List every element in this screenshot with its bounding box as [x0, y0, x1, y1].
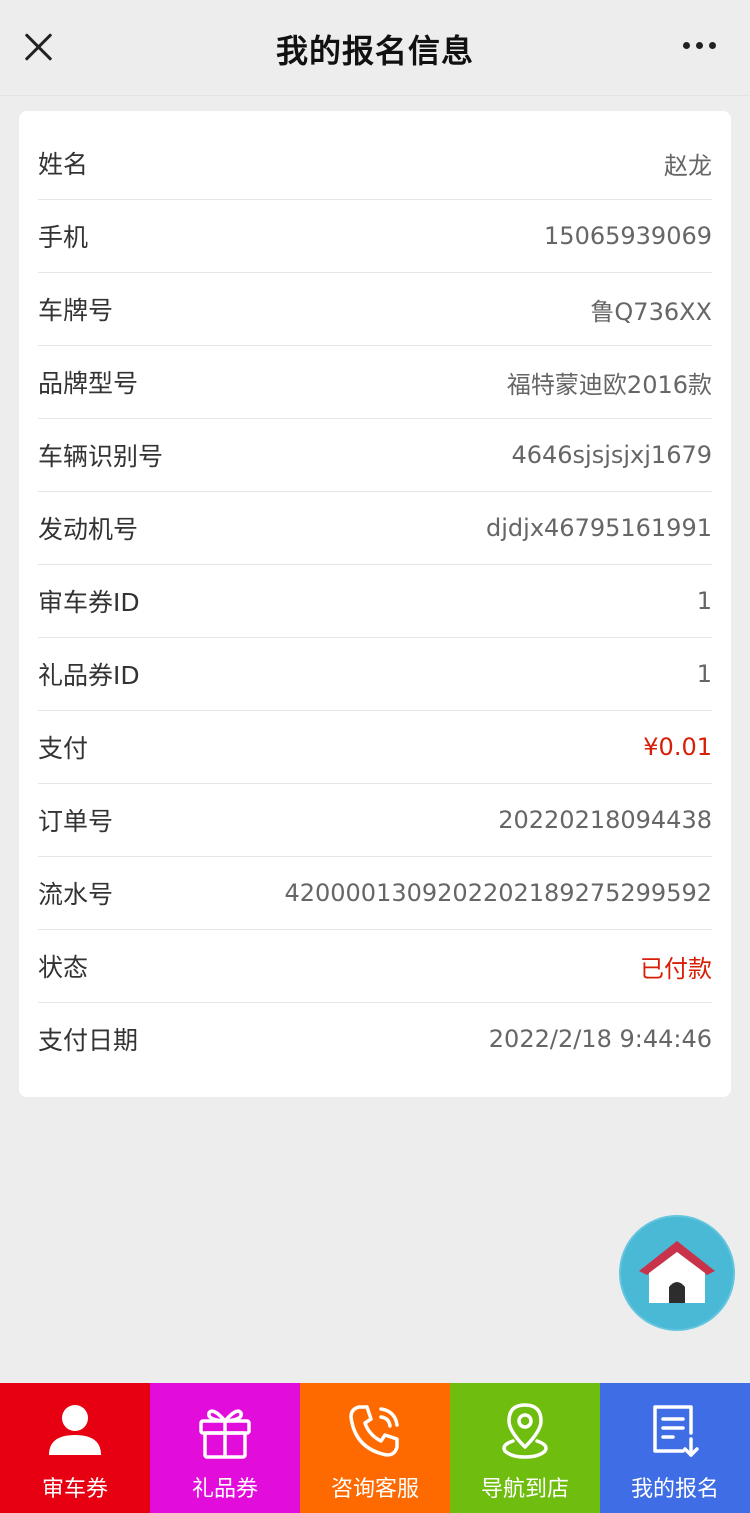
- row-label: 流水号: [38, 880, 114, 909]
- location-icon: [502, 1403, 548, 1459]
- phone-icon: [349, 1405, 399, 1457]
- row-label: 状态: [38, 953, 89, 982]
- nav-label: 导航到店: [480, 1477, 569, 1502]
- registration-info-card: 姓名 赵龙 手机 15065939069 车牌号 鲁Q736XX 品牌型号 福特…: [19, 111, 731, 1097]
- top-bar: 我的报名信息: [0, 0, 750, 96]
- info-row-vin: 车辆识别号 4646sjsjsjxj1679: [38, 419, 712, 492]
- info-row-phone: 手机 15065939069: [38, 200, 712, 273]
- info-row-plate: 车牌号 鲁Q736XX: [38, 273, 712, 346]
- status-badge: 已付款: [640, 954, 712, 983]
- nav-item-gift-coupon[interactable]: 礼品券: [150, 1383, 300, 1513]
- more-icon[interactable]: [683, 42, 716, 49]
- row-label: 发动机号: [38, 515, 139, 544]
- row-label: 支付: [38, 734, 89, 763]
- user-icon: [49, 1405, 101, 1455]
- nav-item-customer-service[interactable]: 咨询客服: [300, 1383, 450, 1513]
- nav-label: 我的报名: [630, 1477, 719, 1502]
- row-label: 手机: [38, 223, 89, 252]
- row-value: 2022/2/18 9:44:46: [488, 1025, 712, 1053]
- info-row-transaction-number: 流水号 4200001309202202189275299592: [38, 857, 712, 930]
- row-value: 15065939069: [544, 222, 712, 250]
- row-label: 车辆识别号: [38, 442, 164, 471]
- nav-item-my-registration[interactable]: 我的报名: [600, 1383, 750, 1513]
- row-label: 品牌型号: [38, 369, 139, 398]
- info-row-model: 品牌型号 福特蒙迪欧2016款: [38, 346, 712, 419]
- home-button[interactable]: [619, 1215, 735, 1331]
- row-value: 4646sjsjsjxj1679: [511, 441, 712, 469]
- nav-label: 礼品券: [191, 1477, 258, 1502]
- info-row-payment: 支付 ¥0.01: [38, 711, 712, 784]
- row-label: 支付日期: [38, 1026, 139, 1055]
- row-value: 鲁Q736XX: [590, 297, 712, 326]
- row-label: 姓名: [38, 150, 89, 179]
- row-label: 车牌号: [38, 296, 114, 325]
- row-label: 订单号: [38, 807, 114, 836]
- info-row-payment-date: 支付日期 2022/2/18 9:44:46: [38, 1003, 712, 1075]
- row-value: 20220218094438: [498, 806, 712, 834]
- info-row-engine: 发动机号 djdjx46795161991: [38, 492, 712, 565]
- nav-item-inspection-coupon[interactable]: 审车券: [0, 1383, 150, 1513]
- info-row-order-number: 订单号 20220218094438: [38, 784, 712, 857]
- info-row-name: 姓名 赵龙: [38, 127, 712, 200]
- row-value: 1: [696, 660, 712, 688]
- row-label: 审车券ID: [38, 588, 140, 617]
- nav-label: 审车券: [41, 1477, 108, 1502]
- page-title: 我的报名信息: [275, 32, 474, 70]
- row-value: 赵龙: [664, 151, 712, 180]
- bottom-nav: 审车券 礼品券 咨询客服 导航到店 我的报名: [0, 1383, 750, 1513]
- info-row-gift-coupon: 礼品券ID 1: [38, 638, 712, 711]
- nav-label: 咨询客服: [330, 1477, 419, 1502]
- info-row-inspection-coupon: 审车券ID 1: [38, 565, 712, 638]
- gift-icon: [199, 1409, 251, 1459]
- document-icon: [653, 1405, 699, 1457]
- row-label: 礼品券ID: [38, 661, 140, 690]
- row-value: 福特蒙迪欧2016款: [506, 370, 712, 399]
- row-value: djdjx46795161991: [486, 514, 712, 542]
- payment-amount: ¥0.01: [643, 733, 712, 761]
- nav-item-navigate-to-store[interactable]: 导航到店: [450, 1383, 600, 1513]
- row-value: 1: [696, 587, 712, 615]
- info-row-status: 状态 已付款: [38, 930, 712, 1003]
- row-value: 4200001309202202189275299592: [284, 879, 712, 907]
- home-icon: [639, 1241, 715, 1303]
